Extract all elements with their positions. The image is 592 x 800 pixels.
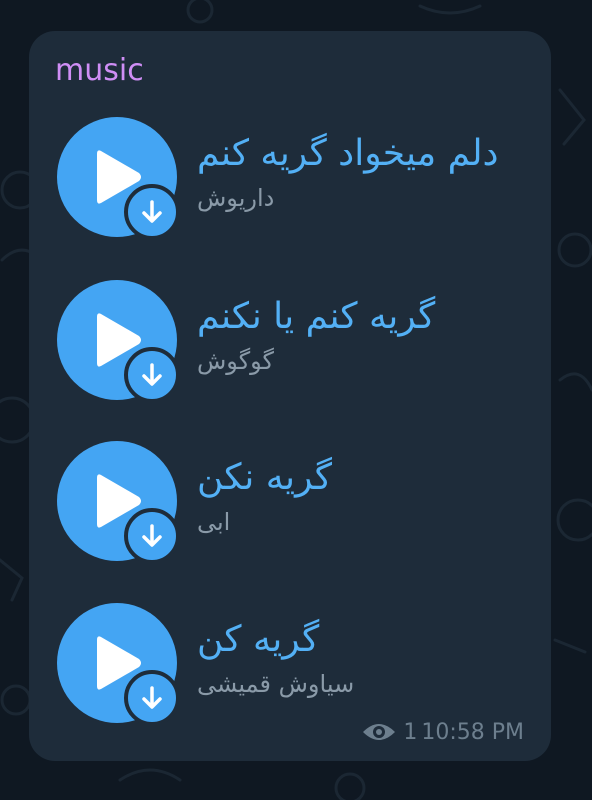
play-button[interactable] (57, 603, 180, 726)
download-button[interactable] (124, 184, 180, 240)
track-artist: ابی (197, 508, 231, 536)
track-artist: گوگوش (197, 347, 274, 375)
audio-track[interactable]: دلم میخواد گریه کنم داریوش (55, 117, 525, 240)
eye-icon (363, 724, 396, 740)
message-meta: 1 10:58 PM (361, 717, 524, 747)
download-icon (142, 686, 162, 709)
play-button[interactable] (57, 117, 180, 240)
audio-track[interactable]: گریه نکن ابی (55, 441, 525, 564)
download-icon (142, 200, 162, 223)
play-button[interactable] (57, 441, 180, 564)
track-title: گریه کن (197, 619, 320, 660)
play-button[interactable] (57, 280, 180, 403)
track-artist: سیاوش قمیشی (197, 670, 355, 698)
download-button[interactable] (124, 670, 180, 726)
audio-track[interactable]: گریه کنم یا نکنم گوگوش (55, 280, 525, 403)
track-title: گریه کنم یا نکنم (197, 296, 436, 337)
audio-track[interactable]: گریه کن سیاوش قمیشی (55, 603, 525, 726)
message-bubble: music دلم میخواد گریه کنم داریوش گریه کن… (29, 31, 551, 761)
track-artist: داریوش (197, 184, 275, 212)
track-title: دلم میخواد گریه کنم (197, 133, 499, 174)
download-icon (142, 524, 162, 547)
download-icon (142, 363, 162, 386)
sender-name[interactable]: music (55, 53, 144, 89)
message-time: 10:58 PM (421, 719, 524, 745)
view-count: 1 (403, 719, 418, 745)
download-button[interactable] (124, 508, 180, 564)
track-title: گریه نکن (197, 457, 333, 498)
download-button[interactable] (124, 347, 180, 403)
